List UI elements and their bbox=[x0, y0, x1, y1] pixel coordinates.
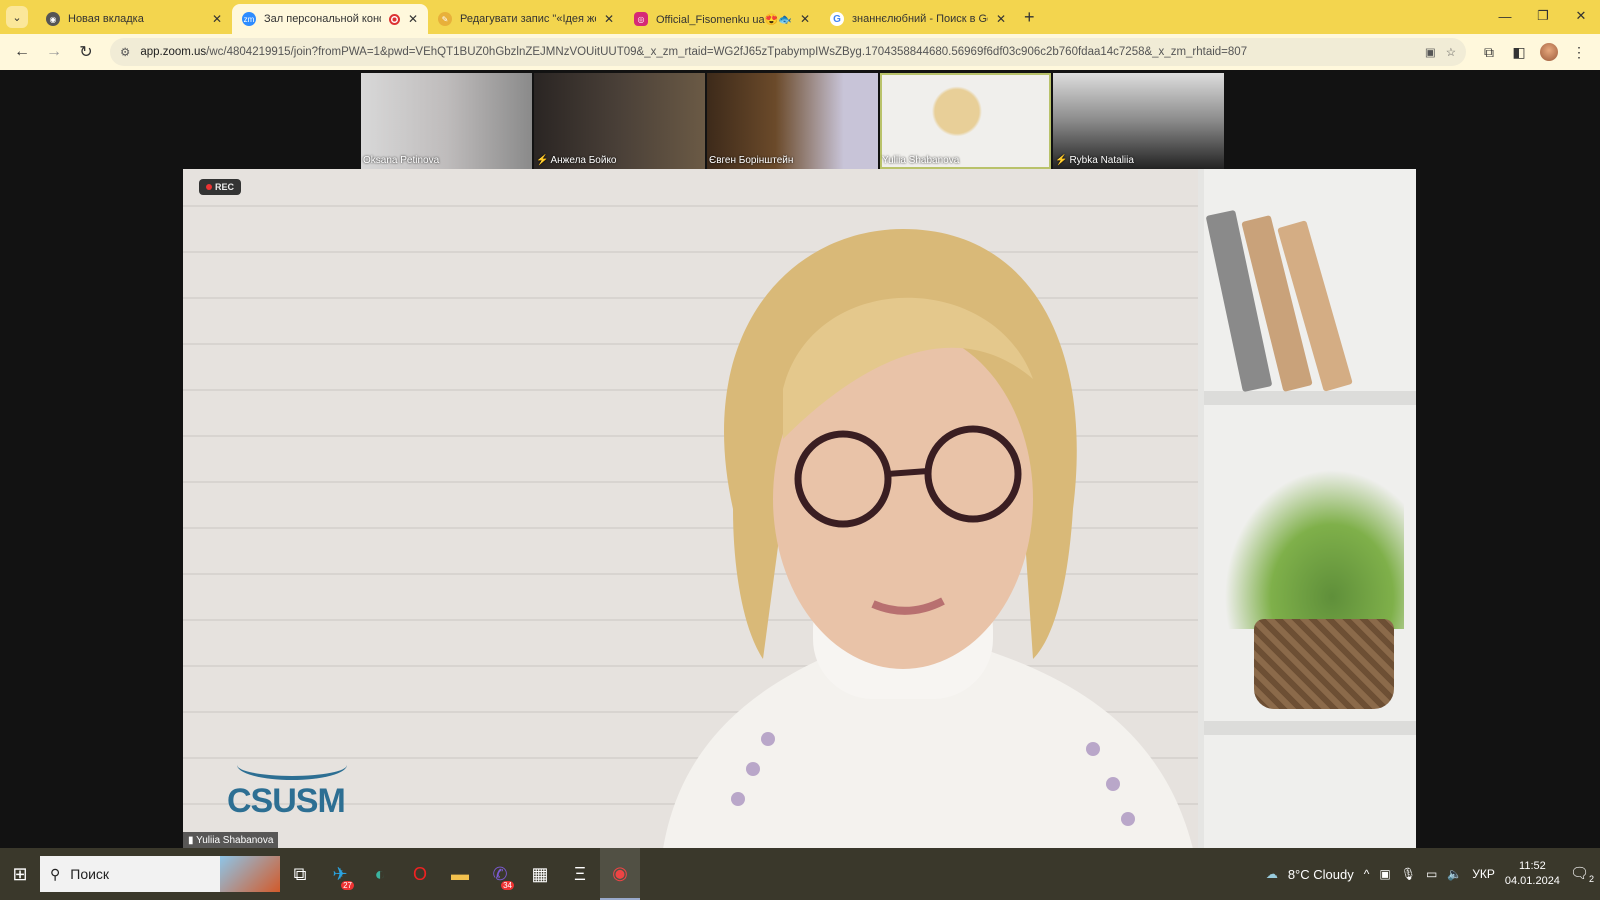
telegram-app[interactable]: ✈ 27 bbox=[320, 848, 360, 900]
background-shelf bbox=[1198, 169, 1416, 849]
show-hidden-icons[interactable]: ^ bbox=[1364, 867, 1370, 881]
clock[interactable]: 11:52 04.01.2024 bbox=[1505, 859, 1560, 889]
site-info-icon[interactable]: ⚙ bbox=[120, 45, 130, 59]
participant-strip: Oksana Petinova ⚡ Анжела Бойко Євген Борі… bbox=[361, 73, 1224, 169]
browser-toolbar: ← → ↻ ⚙ app.zoom.us/wc/4804219915/join?f… bbox=[0, 34, 1600, 70]
back-button[interactable]: ← bbox=[8, 38, 36, 66]
extensions-icon[interactable]: ⧉ bbox=[1476, 39, 1502, 65]
chrome-app[interactable]: ◉ bbox=[600, 848, 640, 900]
taskbar-search[interactable]: ⚲ Поиск bbox=[40, 856, 280, 892]
zoom-icon: zm bbox=[242, 12, 256, 26]
speaker-video bbox=[663, 229, 1193, 849]
task-view-button[interactable]: ⧉ bbox=[280, 848, 320, 900]
close-window-button[interactable]: ✕ bbox=[1562, 0, 1600, 32]
side-panel-icon[interactable]: ◧ bbox=[1506, 39, 1532, 65]
weather-widget[interactable]: 8°C Cloudy bbox=[1288, 867, 1354, 882]
file-explorer-app[interactable]: ▬ bbox=[440, 848, 480, 900]
new-tab-button[interactable]: + bbox=[1024, 7, 1035, 28]
chrome-icon: ◉ bbox=[46, 12, 60, 26]
participant-tile[interactable]: Oksana Petinova bbox=[361, 73, 532, 169]
network-icon[interactable]: ▭ bbox=[1426, 867, 1437, 881]
mic-muted-icon: ⚡ bbox=[536, 155, 549, 166]
tab-google[interactable]: Gзнаннєлюбний - Поиск в Goog✕ bbox=[820, 4, 1016, 34]
close-icon[interactable]: ✕ bbox=[212, 12, 222, 26]
speaker-name-label: ▮ Yuliia Shabanova bbox=[183, 832, 279, 849]
search-icon: ⚲ bbox=[50, 865, 61, 882]
address-bar[interactable]: ⚙ app.zoom.us/wc/4804219915/join?fromPWA… bbox=[110, 38, 1466, 66]
tab-search-button[interactable]: ⌄ bbox=[6, 6, 28, 28]
camera-icon[interactable]: ▣ bbox=[1425, 45, 1436, 59]
participant-tile[interactable]: ⚡ Rybka Nataliia bbox=[1053, 73, 1224, 169]
viber-app[interactable]: ✆ 34 bbox=[480, 848, 520, 900]
participant-tile[interactable]: ⚡ Анжела Бойко bbox=[534, 73, 705, 169]
pen-icon: ✎ bbox=[438, 12, 452, 26]
close-icon[interactable]: ✕ bbox=[800, 12, 810, 26]
recording-icon bbox=[388, 13, 400, 25]
windows-taskbar: ⊞ ⚲ Поиск ⧉ ✈ 27 ◐ O ▬ ✆ 34 ▦ Ξ ◉ ☁ 8°C Clo… bbox=[0, 848, 1600, 900]
close-icon[interactable]: ✕ bbox=[408, 12, 418, 26]
zoom-meeting: Oksana Petinova ⚡ Анжела Бойко Євген Борі… bbox=[0, 70, 1600, 849]
participant-tile-active[interactable]: Yuliia Shabanova bbox=[880, 73, 1051, 169]
minimize-button[interactable]: — bbox=[1486, 0, 1524, 32]
opera-app[interactable]: O bbox=[400, 848, 440, 900]
mic-muted-icon: ⚡ bbox=[1055, 155, 1068, 166]
tab-zoom[interactable]: zmЗал персональной конфер✕ bbox=[232, 4, 428, 34]
weather-icon[interactable]: ☁ bbox=[1266, 867, 1278, 881]
tab-instagram[interactable]: ◎Official_Fisomenku ua😍🐟 (@✕ bbox=[624, 4, 820, 34]
google-icon: G bbox=[830, 12, 844, 26]
reload-button[interactable]: ↻ bbox=[72, 38, 100, 66]
restore-button[interactable]: ❐ bbox=[1524, 0, 1562, 32]
forward-button[interactable]: → bbox=[40, 38, 68, 66]
language-indicator[interactable]: УКР bbox=[1472, 867, 1495, 881]
participant-tile[interactable]: Євген Борінштейн bbox=[707, 73, 878, 169]
windows-start-button[interactable]: ⊞ bbox=[0, 848, 40, 900]
profile-avatar[interactable] bbox=[1536, 39, 1562, 65]
volume-icon[interactable]: 🔈 bbox=[1447, 867, 1462, 881]
microphone-icon[interactable]: 🎙 bbox=[1401, 867, 1416, 881]
camera-tray-icon[interactable]: ▣ bbox=[1379, 867, 1390, 881]
menu-icon[interactable]: ⋮ bbox=[1566, 39, 1592, 65]
bookmark-star-icon[interactable]: ☆ bbox=[1446, 45, 1456, 59]
main-video: REC CSUSM ▮ Yuliia Shabanova bbox=[183, 169, 1416, 849]
notifications-icon[interactable]: 🗨2 bbox=[1570, 864, 1594, 884]
recording-badge: REC bbox=[199, 179, 242, 195]
csusm-logo: CSUSM bbox=[227, 750, 347, 821]
app-icon[interactable]: Ξ bbox=[560, 848, 600, 900]
store-app[interactable]: ▦ bbox=[520, 848, 560, 900]
tab-new[interactable]: ◉ Новая вкладка ✕ bbox=[36, 4, 232, 34]
instagram-icon: ◎ bbox=[634, 12, 648, 26]
close-icon[interactable]: ✕ bbox=[604, 12, 614, 26]
close-icon[interactable]: ✕ bbox=[996, 12, 1006, 26]
tab-bar: ⌄ ◉ Новая вкладка ✕ zm Зал персональной кон… bbox=[0, 0, 1600, 34]
edge-app[interactable]: ◐ bbox=[360, 848, 400, 900]
tab-edit[interactable]: ✎Редагувати запис "«Ідея жертв✕ bbox=[428, 4, 624, 34]
